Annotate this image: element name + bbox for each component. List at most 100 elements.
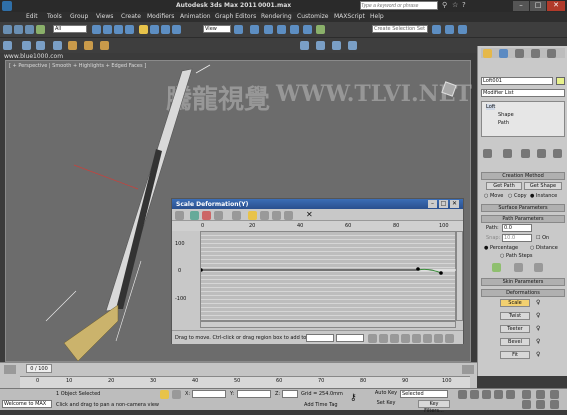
vertical-scrollbar[interactable]: [456, 231, 463, 321]
minimize-button[interactable]: –: [513, 1, 529, 11]
maxscript-listener[interactable]: Welcome to MAX: [2, 400, 52, 408]
zoom-horizontal-extents-icon[interactable]: [390, 334, 399, 343]
spinner-snap-icon[interactable]: [303, 25, 312, 34]
angle-snap-icon[interactable]: [277, 25, 286, 34]
zoom-viewport-icon[interactable]: [522, 390, 531, 399]
selection-lock-icon[interactable]: [160, 390, 169, 399]
scale-control-point-icon[interactable]: [260, 211, 269, 220]
menu-maxscript[interactable]: MAXScript: [334, 13, 365, 20]
menu-graph-editors[interactable]: Graph Editors: [215, 13, 256, 20]
selection-tool-icon[interactable]: [348, 41, 357, 50]
select-move-icon[interactable]: [139, 25, 148, 34]
edit-named-selection-icon[interactable]: [316, 25, 325, 34]
get-shape-button[interactable]: Get Shape: [524, 182, 562, 190]
reference-coordinate-dropdown[interactable]: View: [203, 25, 231, 33]
freeform-tool-icon[interactable]: [332, 41, 341, 50]
move-radio[interactable]: ○ Move: [484, 193, 503, 199]
maximize-button[interactable]: □: [530, 1, 546, 11]
creation-method-rollout[interactable]: Creation Method: [481, 172, 565, 180]
rendered-frame-icon[interactable]: [84, 41, 93, 50]
fit-deformation-button[interactable]: Fit: [500, 351, 530, 359]
zoom-horizontally-icon[interactable]: [412, 334, 421, 343]
instance-radio[interactable]: ● Instance: [530, 193, 557, 199]
layer-manager-icon[interactable]: [458, 25, 467, 34]
paint-tool-icon[interactable]: [316, 41, 325, 50]
undo-icon[interactable]: [3, 25, 12, 34]
timeline-next-icon[interactable]: [462, 365, 474, 374]
time-slider[interactable]: 0 / 100: [26, 364, 52, 373]
modify-tab-icon[interactable]: [499, 49, 508, 58]
modifier-list-dropdown[interactable]: Modifier List: [481, 89, 565, 97]
dialog-close-button[interactable]: ✕: [450, 200, 459, 208]
y-coordinate-field[interactable]: [237, 390, 271, 398]
zoom-region-icon[interactable]: [445, 334, 454, 343]
path-field[interactable]: 0.0: [502, 224, 532, 232]
select-scale-icon[interactable]: [161, 25, 170, 34]
insert-control-point-icon[interactable]: [272, 211, 281, 220]
select-rotate-icon[interactable]: [150, 25, 159, 34]
select-by-name-icon[interactable]: [103, 25, 112, 34]
control-point[interactable]: [439, 271, 443, 275]
menu-edit[interactable]: Edit: [26, 13, 38, 20]
selected-dropdown[interactable]: Selected: [400, 390, 448, 398]
app-logo-icon[interactable]: [2, 1, 12, 11]
twist-deformation-button[interactable]: Twist: [500, 312, 530, 320]
snaps-toggle-icon[interactable]: [264, 25, 273, 34]
copy-radio[interactable]: ○ Copy: [508, 193, 527, 199]
align-icon[interactable]: [445, 25, 454, 34]
modifier-stack[interactable]: Loft Shape Path: [481, 101, 565, 137]
menu-group[interactable]: Group: [70, 13, 88, 20]
object-name-field[interactable]: Loft001: [481, 77, 553, 85]
window-crossing-icon[interactable]: [125, 25, 134, 34]
orbit-icon[interactable]: [550, 390, 559, 399]
zoom-icon[interactable]: [434, 334, 443, 343]
render-setup-icon[interactable]: [68, 41, 77, 50]
z-coordinate-field[interactable]: [282, 390, 298, 398]
unlink-icon[interactable]: [25, 25, 34, 34]
previous-frame-icon[interactable]: [470, 390, 479, 399]
deformation-graph[interactable]: [200, 231, 457, 321]
render-icon[interactable]: [100, 41, 109, 50]
horizontal-scrollbar[interactable]: [200, 321, 456, 328]
star-icon[interactable]: ☆: [452, 1, 458, 9]
menu-create[interactable]: Create: [121, 13, 141, 20]
menu-help[interactable]: Help: [370, 13, 384, 20]
menu-customize[interactable]: Customize: [297, 13, 329, 20]
skin-parameters-rollout[interactable]: Skin Parameters: [481, 278, 565, 286]
set-key-button[interactable]: Set Key: [374, 400, 398, 408]
play-icon[interactable]: [482, 390, 491, 399]
on-checkbox[interactable]: ☐ On: [536, 235, 549, 241]
add-time-tag[interactable]: Add Time Tag: [304, 402, 338, 408]
remove-modifier-icon[interactable]: [537, 149, 546, 158]
menu-animation[interactable]: Animation: [180, 13, 211, 20]
curve-editor-icon[interactable]: [22, 41, 31, 50]
next-frame-icon[interactable]: [494, 390, 503, 399]
graphite-tools-icon[interactable]: [3, 41, 12, 50]
menu-modifiers[interactable]: Modifiers: [147, 13, 174, 20]
delete-control-point-icon[interactable]: [284, 211, 293, 220]
scale-deformation-button[interactable]: Scale: [500, 299, 530, 307]
timeline-prev-icon[interactable]: [4, 365, 16, 374]
stack-item-shape[interactable]: Shape: [498, 112, 514, 118]
zoom-vertically-icon[interactable]: [423, 334, 432, 343]
maximize-viewport-icon[interactable]: [550, 400, 559, 409]
previous-shape-icon[interactable]: [514, 263, 523, 272]
display-xy-axes-icon[interactable]: [214, 211, 223, 220]
keyboard-shortcut-icon[interactable]: [250, 25, 259, 34]
field-of-view-icon[interactable]: [536, 400, 545, 409]
snap-field[interactable]: 10.0: [502, 234, 532, 242]
path-parameters-rollout[interactable]: Path Parameters: [481, 215, 565, 223]
x-coordinate-field[interactable]: [192, 390, 226, 398]
next-shape-icon[interactable]: [534, 263, 543, 272]
auto-key-button[interactable]: Auto Key: [374, 390, 398, 398]
distance-radio[interactable]: ○ Distance: [530, 245, 558, 251]
region-select-icon[interactable]: [114, 25, 123, 34]
deformations-rollout[interactable]: Deformations: [481, 289, 565, 297]
make-symmetrical-icon[interactable]: [175, 211, 184, 220]
dialog-maximize-button[interactable]: □: [439, 200, 448, 208]
menu-views[interactable]: Views: [96, 13, 113, 20]
dialog-y-field[interactable]: [336, 334, 364, 342]
search-input[interactable]: [360, 1, 438, 10]
bevel-enable-bulb-icon[interactable]: ♀: [536, 338, 540, 345]
configure-modifier-sets-icon[interactable]: [553, 149, 562, 158]
